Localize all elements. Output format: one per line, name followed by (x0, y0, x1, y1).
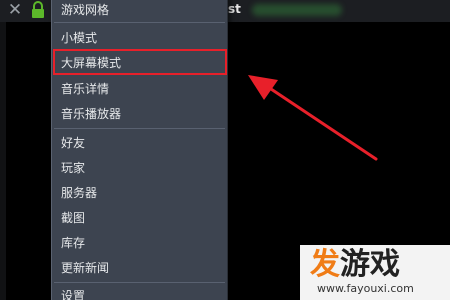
menu-separator (54, 128, 225, 129)
view-dropdown-menu: 游戏网格 小模式 大屏幕模式 音乐详情 音乐播放器 好友 玩家 服务器 截图 库… (51, 0, 228, 300)
close-icon[interactable]: ✕ (6, 1, 24, 19)
menu-item-small-mode[interactable]: 小模式 (52, 26, 227, 50)
menu-item-news[interactable]: 更新新闻 (52, 256, 227, 280)
blurred-url (252, 4, 342, 16)
menu-separator (54, 22, 225, 23)
menu-item-game-grid[interactable]: 游戏网格 (52, 0, 227, 22)
arrow-icon (248, 75, 378, 161)
url-fragment: st (228, 2, 241, 16)
watermark-logo: 发游戏 (310, 247, 400, 282)
menu-item-music-player[interactable]: 音乐播放器 (52, 102, 227, 126)
watermark: 发游戏 www.fayouxi.com (300, 245, 450, 300)
menu-item-settings[interactable]: 设置 (52, 284, 227, 300)
menu-item-players[interactable]: 玩家 (52, 156, 227, 180)
watermark-url: www.fayouxi.com (317, 282, 414, 295)
screenshot: ✕ st 游戏网格 小模式 大屏幕模式 音乐详情 音乐播放器 好友 玩家 服务器… (0, 0, 450, 300)
menu-separator (54, 282, 225, 283)
menu-item-servers[interactable]: 服务器 (52, 181, 227, 205)
menu-item-screenshots[interactable]: 截图 (52, 206, 227, 230)
left-edge (0, 22, 6, 300)
lock-icon (32, 1, 44, 18)
menu-item-friends[interactable]: 好友 (52, 131, 227, 155)
menu-item-inventory[interactable]: 库存 (52, 231, 227, 255)
highlight-box (53, 49, 227, 75)
menu-item-music-details[interactable]: 音乐详情 (52, 77, 227, 101)
